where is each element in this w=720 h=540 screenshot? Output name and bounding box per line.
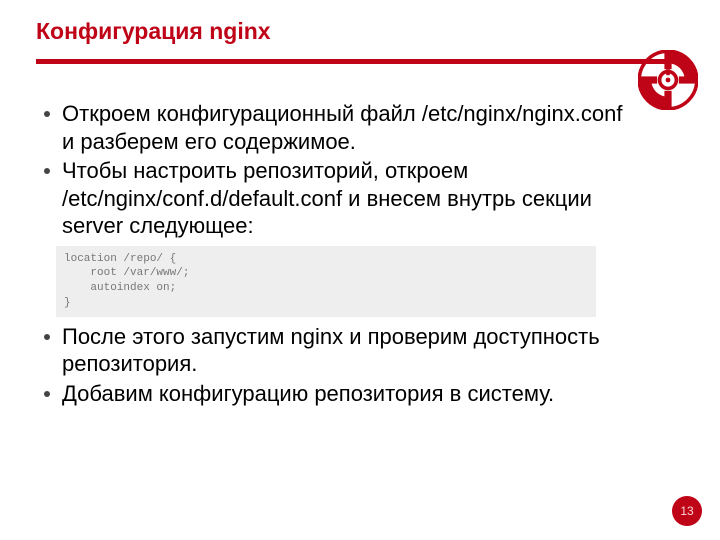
brand-logo-icon: [638, 50, 698, 110]
title-divider: [36, 59, 666, 64]
bullet-item: Добавим конфигурацию репозитория в систе…: [50, 380, 624, 408]
content-area: Откроем конфигурационный файл /etc/nginx…: [36, 100, 684, 407]
bullet-list: Откроем конфигурационный файл /etc/nginx…: [50, 100, 624, 240]
bullet-item: Чтобы настроить репозиторий, откроем /et…: [50, 157, 624, 240]
code-block: location /repo/ { root /var/www/; autoin…: [56, 246, 596, 317]
bullet-item: Откроем конфигурационный файл /etc/nginx…: [50, 100, 624, 155]
slide-title: Конфигурация nginx: [36, 18, 684, 45]
bullet-list: После этого запустим nginx и проверим до…: [50, 323, 624, 408]
page-number-badge: 13: [672, 496, 702, 526]
slide: Конфигурация nginx Откроем конфигурацион…: [0, 0, 720, 540]
bullet-item: После этого запустим nginx и проверим до…: [50, 323, 624, 378]
